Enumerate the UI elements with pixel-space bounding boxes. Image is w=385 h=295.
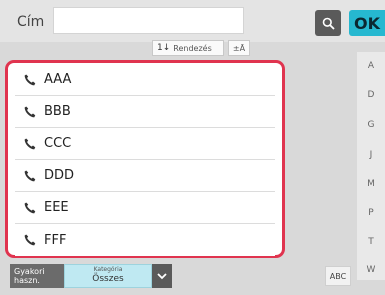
list-item-label: AAA (44, 72, 72, 87)
list-item-label: CCC (44, 136, 72, 151)
phone-icon (24, 234, 36, 246)
phone-icon (24, 170, 36, 181)
list-item-label: FFF (44, 232, 67, 248)
address-list: AAA BBB CCC DDD EEE FFF (5, 60, 285, 258)
index-letter-p[interactable]: P (357, 208, 385, 218)
phone-icon (24, 202, 36, 213)
title-input[interactable] (53, 7, 244, 34)
abc-button[interactable]: ABC (325, 266, 351, 286)
address-book-screen: Cím OK 1↓ Rendezés ±Ā AAA BBB CCC DDD EE… (0, 0, 385, 295)
sort-toggle-button[interactable]: ±Ā (228, 40, 250, 56)
title-label: Cím (17, 14, 45, 30)
sort-order-icon: 1↓ (157, 43, 171, 53)
list-item[interactable]: DDD (15, 160, 275, 192)
list-item[interactable]: EEE (15, 192, 275, 224)
frequent-use-button[interactable]: Gyakori haszn. (10, 264, 64, 288)
ok-button[interactable]: OK (349, 10, 385, 36)
list-item-label: DDD (44, 168, 75, 183)
category-selector[interactable]: Kategória Összes (64, 264, 152, 288)
list-item[interactable]: FFF (15, 224, 275, 256)
category-dropdown-button[interactable] (152, 264, 172, 288)
sort-toggle-icon: ±Ā (232, 43, 246, 53)
index-letter-w[interactable]: W (357, 265, 385, 275)
list-item-label: BBB (44, 104, 71, 119)
index-letter-g[interactable]: G (357, 120, 385, 130)
index-letter-a[interactable]: A (357, 61, 385, 71)
category-caption: Kategória (93, 266, 123, 273)
search-button[interactable] (315, 10, 341, 36)
phone-icon (24, 138, 36, 149)
index-letter-j[interactable]: J (357, 150, 385, 160)
list-item[interactable]: CCC (15, 128, 275, 160)
sort-button[interactable]: 1↓ Rendezés (152, 40, 224, 56)
alphabet-index: A D G J M P T W (357, 52, 385, 280)
category-value: Összes (92, 274, 124, 284)
list-item[interactable]: AAA (15, 64, 275, 96)
top-bar: Cím OK (0, 0, 385, 42)
chevron-down-icon (157, 272, 167, 279)
list-item-label: EEE (44, 200, 69, 215)
search-icon (322, 17, 335, 30)
index-letter-t[interactable]: T (357, 237, 385, 247)
list-item[interactable]: BBB (15, 96, 275, 128)
sort-label: Rendezés (173, 43, 212, 53)
phone-icon (24, 106, 36, 117)
index-letter-d[interactable]: D (357, 90, 385, 100)
index-letter-m[interactable]: M (357, 179, 385, 189)
phone-icon (24, 74, 36, 85)
